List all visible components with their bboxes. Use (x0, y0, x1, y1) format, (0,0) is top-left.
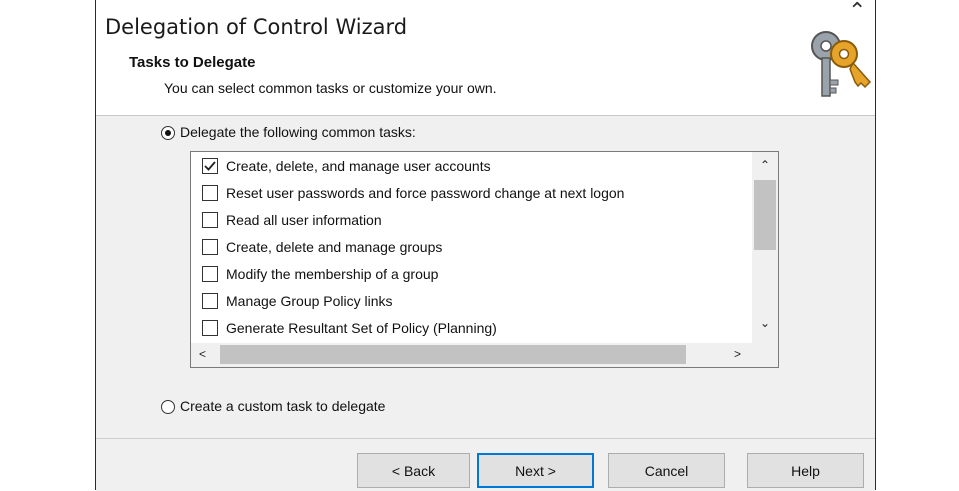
task-label: Create, delete, and manage user accounts (226, 158, 491, 174)
vertical-scroll-thumb[interactable] (754, 180, 776, 250)
page-heading: Tasks to Delegate (129, 54, 256, 71)
task-label: Create, delete and manage groups (226, 239, 443, 255)
back-button[interactable]: < Back (357, 453, 470, 488)
task-item[interactable]: Read all user information (202, 209, 382, 231)
task-item[interactable]: Generate Resultant Set of Policy (Planni… (202, 317, 497, 339)
task-label: Modify the membership of a group (226, 266, 439, 282)
task-checkbox[interactable] (202, 293, 218, 309)
task-item[interactable]: Modify the membership of a group (202, 263, 438, 285)
custom-task-radio[interactable] (161, 400, 175, 414)
help-button[interactable]: Help (747, 453, 864, 488)
scroll-up-icon[interactable]: ⌃ (760, 158, 770, 172)
task-label: Manage Group Policy links (226, 293, 393, 309)
task-checkbox[interactable] (202, 212, 218, 228)
task-item[interactable]: Reset user passwords and force password … (202, 182, 624, 204)
window-title: Delegation of Control Wizard (105, 15, 408, 39)
task-checkbox[interactable] (202, 158, 218, 174)
common-tasks-label: Delegate the following common tasks: (180, 124, 416, 140)
scroll-down-icon[interactable]: ⌄ (760, 316, 770, 330)
scroll-right-icon[interactable]: > (734, 347, 741, 361)
task-label: Reset user passwords and force password … (226, 185, 625, 201)
next-button[interactable]: Next > (477, 453, 594, 488)
cancel-button[interactable]: Cancel (608, 453, 725, 488)
horizontal-scroll-thumb[interactable] (220, 345, 686, 364)
task-item[interactable]: Create, delete, and manage user accounts (202, 155, 491, 177)
task-label: Read all user information (226, 212, 382, 228)
task-item[interactable]: Manage Group Policy links (202, 290, 393, 312)
checkmark-icon (204, 161, 216, 171)
task-checkbox[interactable] (202, 239, 218, 255)
task-checkbox[interactable] (202, 185, 218, 201)
keys-icon (811, 31, 872, 97)
page-subtitle: You can select common tasks or customize… (164, 80, 497, 96)
task-label: Generate Resultant Set of Policy (Planni… (226, 320, 497, 336)
task-item[interactable]: Create, delete and manage groups (202, 236, 442, 258)
scroll-left-icon[interactable]: < (199, 347, 206, 361)
task-checkbox[interactable] (202, 266, 218, 282)
common-tasks-radio[interactable] (161, 126, 175, 140)
close-chevron-icon[interactable]: ⌃ (848, 0, 866, 24)
custom-task-label: Create a custom task to delegate (180, 398, 386, 414)
task-checkbox[interactable] (202, 320, 218, 336)
